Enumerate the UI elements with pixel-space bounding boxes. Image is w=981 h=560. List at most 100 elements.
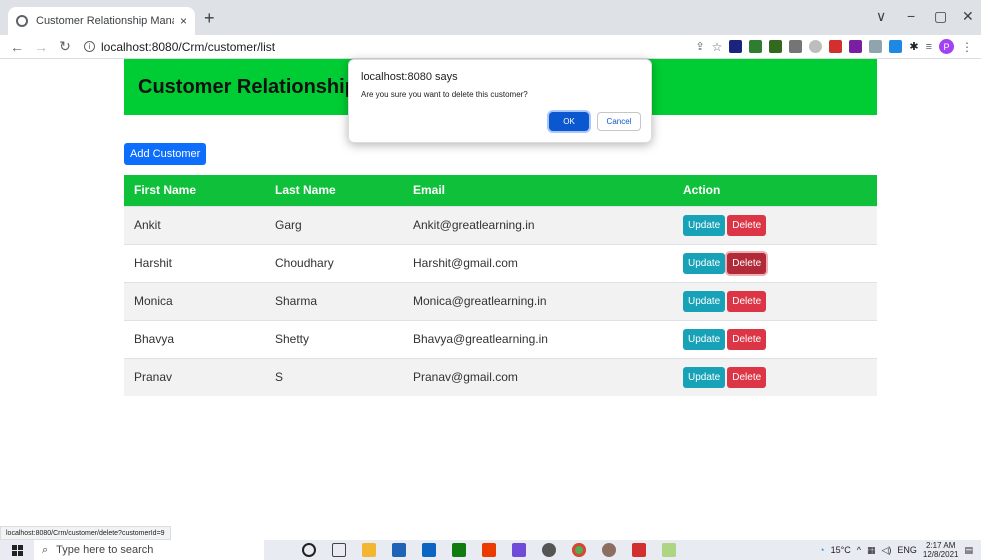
app-icon[interactable] [662,543,676,557]
first-name-cell: Monica [124,281,265,320]
action-cell: Update Delete [673,357,877,396]
table-header-row: First Name Last Name Email Action [124,175,877,206]
extensions-bar: ⇪ ☆ ✱ ≡ P ⋮ [695,39,973,54]
weather-icon[interactable]: ◔ [819,545,824,555]
extension-icon[interactable] [889,40,903,53]
clock-date: 12/8/2021 [922,550,959,559]
delete-button[interactable]: Delete [727,252,767,274]
chrome-icon[interactable] [572,543,586,557]
delete-button[interactable]: Delete [727,290,767,312]
notification-icon[interactable]: ▤ [964,545,973,556]
first-name-cell: Ankit [124,205,265,244]
last-name-cell: Sharma [265,281,403,320]
start-button[interactable] [0,544,34,556]
store-icon[interactable] [392,543,406,557]
forward-icon[interactable]: → [34,39,48,55]
delete-button[interactable]: Delete [727,366,767,388]
status-url: localhost:8080/Crm/customer/delete?custo… [0,526,171,540]
delete-button[interactable]: Delete [727,328,767,350]
browser-toolbar: ← → ↻ i localhost:8080/Crm/customer/list… [0,35,981,59]
site-info-icon[interactable]: i [84,41,95,52]
action-cell: Update Delete [673,243,877,282]
last-name-cell: S [265,357,403,396]
chevron-up-icon[interactable]: ^ [857,545,861,555]
reload-icon[interactable]: ↻ [58,38,72,55]
email-cell: Ankit@greatlearning.in [403,205,673,244]
extension-icon[interactable] [829,40,843,53]
dialog-title: localhost:8080 says [361,71,458,83]
reading-list-icon[interactable]: ≡ [926,41,932,53]
language-indicator[interactable]: ENG [897,545,917,555]
app-icon[interactable] [602,543,616,557]
minimize-button[interactable]: − [907,8,915,24]
file-explorer-icon[interactable] [362,543,376,557]
extension-icon[interactable] [789,40,803,53]
column-header: First Name [124,175,265,206]
extension-icon[interactable] [849,40,863,53]
share-icon[interactable]: ⇪ [695,40,704,53]
taskbar-search[interactable]: ⌕ Type here to search [34,540,264,560]
avatar[interactable]: P [939,39,954,54]
app-icon[interactable] [512,543,526,557]
extension-icon[interactable] [749,40,763,53]
taskbar-apps [302,543,676,557]
first-name-cell: Bhavya [124,319,265,358]
search-icon: ⌕ [42,543,49,556]
update-button[interactable]: Update [683,290,726,312]
close-window-button[interactable]: ✕ [962,8,974,25]
email-cell: Harshit@gmail.com [403,243,673,282]
clock[interactable]: 2:17 AM 12/8/2021 [923,541,959,559]
acrobat-icon[interactable] [632,543,646,557]
office-icon[interactable] [482,543,496,557]
customer-table: First Name Last Name Email Action Ankit … [124,175,877,396]
column-header: Action [673,175,877,206]
add-customer-button[interactable]: Add Customer [124,143,207,165]
last-name-cell: Garg [265,205,403,244]
ok-button[interactable]: OK [549,112,589,131]
system-tray: ◔ 15°C ^ ▦ ◁) ENG 2:17 AM 12/8/2021 ▤ [819,540,973,560]
puzzle-icon[interactable]: ✱ [909,40,918,53]
close-tab-icon[interactable]: × [180,14,187,28]
first-name-cell: Harshit [124,243,265,282]
address-bar[interactable]: i localhost:8080/Crm/customer/list [84,40,275,54]
windows-icon [11,544,23,556]
table-row: Harshit Choudhary Harshit@gmail.com Upda… [124,243,877,282]
volume-icon[interactable]: ◁) [881,545,891,556]
action-cell: Update Delete [673,281,877,320]
mail-icon[interactable] [422,543,436,557]
tab-strip: Customer Relationship Managemen × + ∨ − … [0,0,981,35]
bookmark-star-icon[interactable]: ☆ [712,40,723,54]
clock-time: 2:17 AM [926,541,956,550]
email-cell: Pranav@gmail.com [403,357,673,396]
tab-search-icon[interactable]: ∨ [876,8,886,25]
email-cell: Monica@greatlearning.in [403,281,673,320]
last-name-cell: Choudhary [265,243,403,282]
temperature[interactable]: 15°C [831,545,851,555]
delete-button[interactable]: Delete [727,214,767,236]
xbox-icon[interactable] [452,543,466,557]
extension-icon[interactable] [809,40,823,53]
extension-icon[interactable] [729,40,743,53]
update-button[interactable]: Update [683,214,726,236]
maximize-button[interactable]: ▢ [934,8,947,25]
update-button[interactable]: Update [683,328,726,350]
menu-icon[interactable]: ⋮ [961,40,973,54]
network-icon[interactable]: ▦ [867,545,876,556]
globe-icon [16,15,28,27]
tab-title: Customer Relationship Managemen [36,15,174,27]
update-button[interactable]: Update [683,252,726,274]
app-icon[interactable] [542,543,556,557]
table-row: Bhavya Shetty Bhavya@greatlearning.in Up… [124,319,877,358]
extension-icon[interactable] [869,40,883,53]
cancel-button[interactable]: Cancel [597,112,641,131]
action-cell: Update Delete [673,319,877,358]
column-header: Email [403,175,673,206]
new-tab-button[interactable]: + [204,8,215,29]
table-row: Monica Sharma Monica@greatlearning.in Up… [124,281,877,320]
extension-icon[interactable] [769,40,783,53]
task-view-icon[interactable] [332,543,346,557]
browser-tab[interactable]: Customer Relationship Managemen × [8,7,195,35]
update-button[interactable]: Update [683,366,726,388]
back-icon[interactable]: ← [10,39,24,55]
cortana-icon[interactable] [302,543,316,557]
